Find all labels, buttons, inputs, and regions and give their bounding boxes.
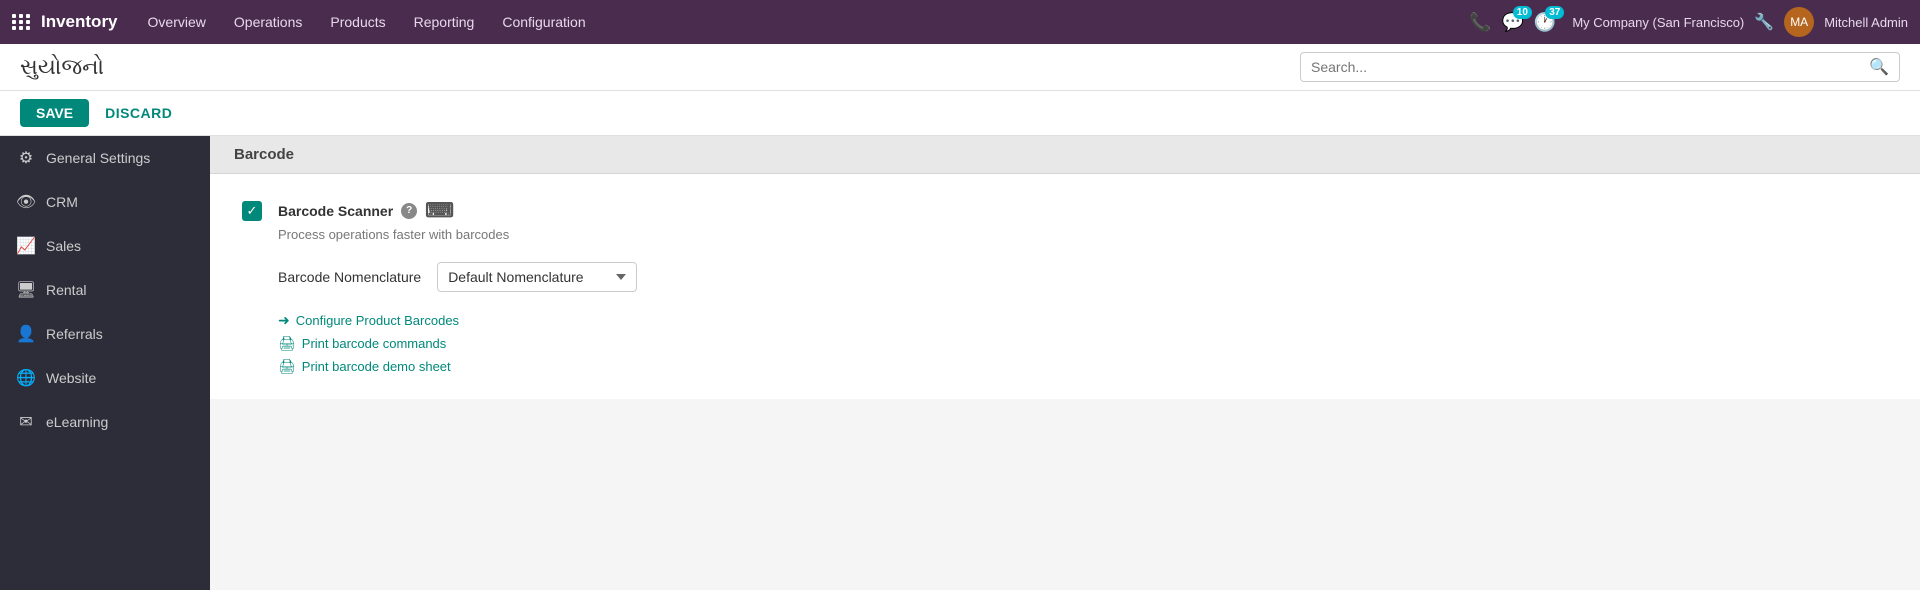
sidebar-item-label: General Settings	[46, 150, 150, 166]
sidebar-item-sales[interactable]: 📈 Sales	[0, 224, 210, 268]
search-icon[interactable]: 🔍	[1869, 57, 1889, 77]
company-name: My Company (San Francisco)	[1572, 15, 1744, 30]
print-barcode-commands-link[interactable]: 🖨 Print barcode commands	[278, 335, 1888, 352]
sidebar-item-label: CRM	[46, 194, 78, 210]
chat-icon[interactable]: 💬 10	[1501, 12, 1523, 33]
nav-links: Overview Operations Products Reporting C…	[136, 8, 1470, 36]
sidebar-item-rental[interactable]: 🖥 Rental	[0, 268, 210, 312]
top-nav: Inventory Overview Operations Products R…	[0, 0, 1920, 44]
crm-icon: 👁	[16, 192, 36, 212]
rental-icon: 🖥	[16, 280, 36, 300]
general-settings-icon: ⚙	[16, 148, 36, 168]
barcode-scanner-checkbox[interactable]: ✓	[242, 201, 262, 221]
barcode-scanner-label: Barcode Scanner	[278, 203, 393, 219]
sidebar-item-website[interactable]: 🌐 Website	[0, 356, 210, 400]
sidebar-item-referrals[interactable]: 👤 Referrals	[0, 312, 210, 356]
sidebar-item-crm[interactable]: 👁 CRM	[0, 180, 210, 224]
chat-badge: 10	[1513, 6, 1532, 19]
configure-product-barcodes-link[interactable]: ➜ Configure Product Barcodes	[278, 312, 1888, 329]
search-input[interactable]	[1311, 59, 1869, 75]
wrench-icon[interactable]: 🔧	[1754, 12, 1774, 32]
sidebar-item-label: Rental	[46, 282, 86, 298]
barcode-scanner-description: Process operations faster with barcodes	[278, 227, 509, 242]
nomenclature-row: Barcode Nomenclature Default Nomenclatur…	[278, 262, 1888, 292]
sidebar-item-label: eLearning	[46, 414, 108, 430]
printer-icon-demo: 🖨	[278, 358, 296, 375]
clock-badge: 37	[1545, 6, 1564, 19]
links-section: ➜ Configure Product Barcodes 🖨 Print bar…	[278, 312, 1888, 375]
elearning-icon: ✉	[16, 412, 36, 432]
barcode-scanner-details: Barcode Scanner ? ⌨ Process operations f…	[278, 198, 509, 242]
user-name: Mitchell Admin	[1824, 15, 1908, 30]
section-title: Barcode	[234, 146, 294, 163]
sidebar-item-general-settings[interactable]: ⚙ General Settings	[0, 136, 210, 180]
discard-button[interactable]: DISCARD	[105, 105, 172, 121]
arrow-right-icon: ➜	[278, 312, 290, 329]
nav-products[interactable]: Products	[318, 8, 397, 36]
sidebar-item-label: Website	[46, 370, 96, 386]
apps-icon[interactable]	[12, 14, 31, 30]
nomenclature-label: Barcode Nomenclature	[278, 269, 421, 285]
nav-overview[interactable]: Overview	[136, 8, 218, 36]
barcode-checkbox-area: ✓	[242, 201, 262, 221]
print-commands-label: Print barcode commands	[302, 336, 447, 351]
user-avatar[interactable]: MA	[1784, 7, 1814, 37]
website-icon: 🌐	[16, 368, 36, 388]
barcode-keyboard-icon[interactable]: ⌨	[425, 198, 454, 223]
nomenclature-select[interactable]: Default Nomenclature Custom Nomenclature	[437, 262, 637, 292]
sidebar-item-label: Referrals	[46, 326, 103, 342]
nav-configuration[interactable]: Configuration	[490, 8, 597, 36]
content-area: Barcode ✓ Barcode Scanner ? ⌨ Process op…	[210, 136, 1920, 590]
sidebar-item-elearning[interactable]: ✉ eLearning	[0, 400, 210, 444]
help-icon[interactable]: ?	[401, 203, 417, 219]
sub-header: સુયોજનો 🔍	[0, 44, 1920, 91]
nav-operations[interactable]: Operations	[222, 8, 314, 36]
page-title: સુયોજનો	[20, 54, 1300, 80]
action-bar: SAVE DISCARD	[0, 91, 1920, 136]
search-bar[interactable]: 🔍	[1300, 52, 1900, 82]
barcode-section-header: Barcode	[210, 136, 1920, 174]
save-button[interactable]: SAVE	[20, 99, 89, 127]
sidebar: ⚙ General Settings 👁 CRM 📈 Sales 🖥 Renta…	[0, 136, 210, 590]
brand-name[interactable]: Inventory	[41, 12, 118, 32]
nav-right: 📞 💬 10 🕐 37 My Company (San Francisco) 🔧…	[1469, 7, 1908, 37]
section-body: ✓ Barcode Scanner ? ⌨ Process operations…	[210, 174, 1920, 399]
main-layout: ⚙ General Settings 👁 CRM 📈 Sales 🖥 Renta…	[0, 136, 1920, 590]
phone-icon[interactable]: 📞	[1469, 12, 1491, 33]
sidebar-item-label: Sales	[46, 238, 81, 254]
barcode-scanner-row: ✓ Barcode Scanner ? ⌨ Process operations…	[242, 198, 1888, 242]
configure-barcodes-label: Configure Product Barcodes	[296, 313, 459, 328]
clock-icon[interactable]: 🕐 37	[1534, 12, 1556, 33]
printer-icon-commands: 🖨	[278, 335, 296, 352]
referrals-icon: 👤	[16, 324, 36, 344]
nav-reporting[interactable]: Reporting	[402, 8, 487, 36]
sales-icon: 📈	[16, 236, 36, 256]
print-barcode-demo-sheet-link[interactable]: 🖨 Print barcode demo sheet	[278, 358, 1888, 375]
print-demo-label: Print barcode demo sheet	[302, 359, 451, 374]
